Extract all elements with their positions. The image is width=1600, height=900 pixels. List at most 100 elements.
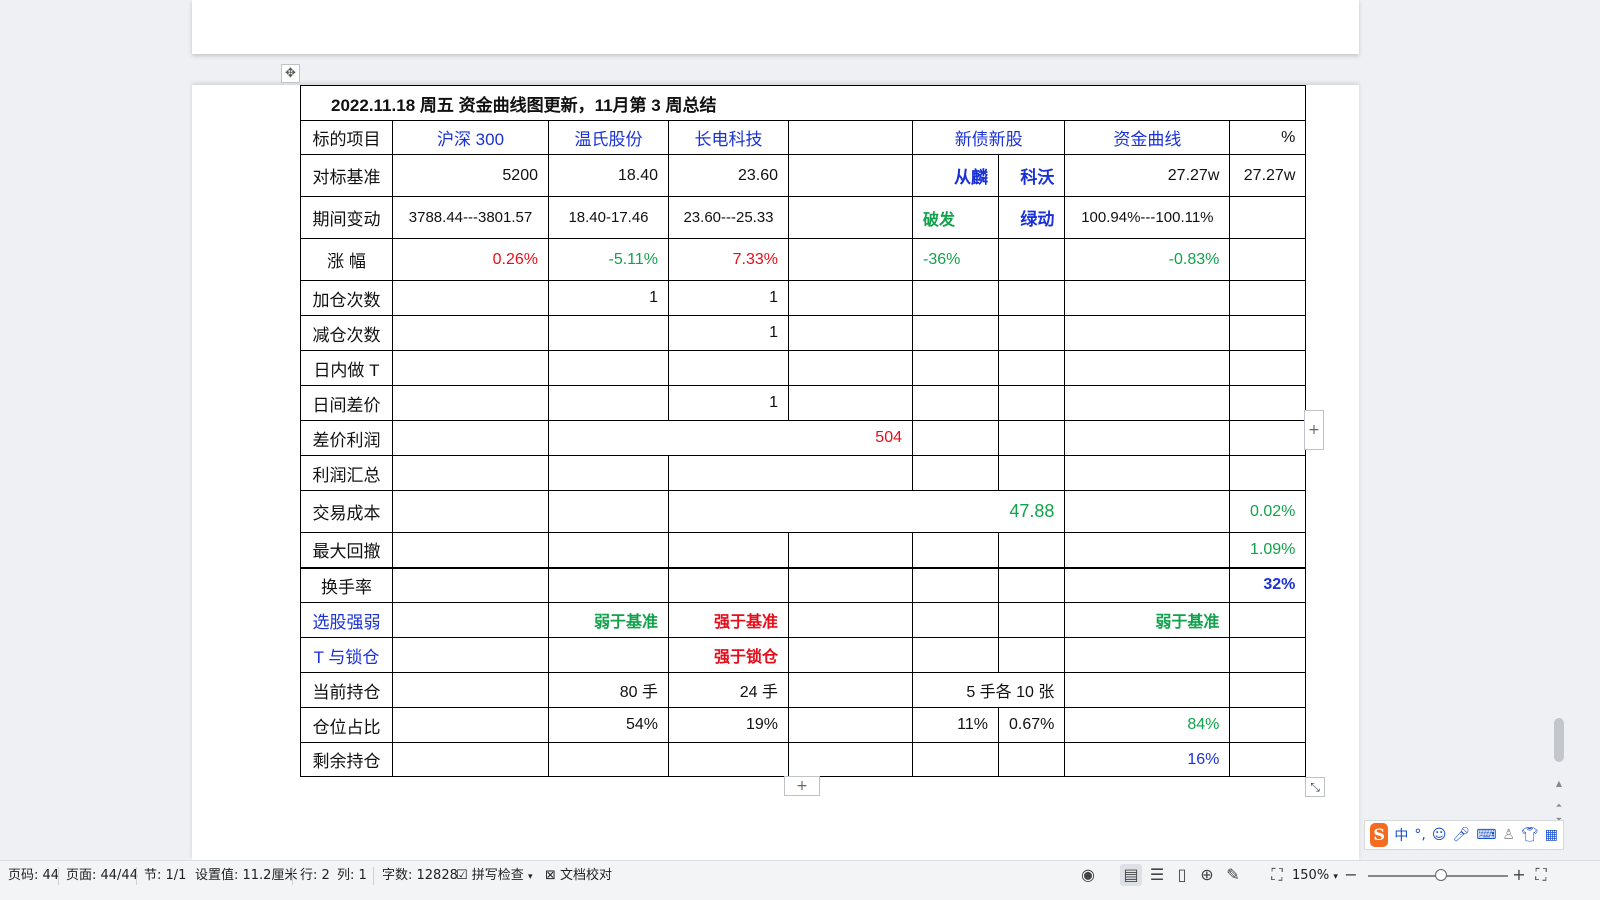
cell[interactable] (392, 707, 549, 743)
cell[interactable]: 绿动 (997, 196, 1066, 239)
cell[interactable] (1064, 672, 1231, 708)
cell[interactable] (668, 532, 789, 568)
cell[interactable] (788, 637, 913, 673)
cell[interactable]: 11% (912, 707, 999, 743)
cell[interactable]: 对标基准 (300, 154, 393, 197)
cell[interactable] (912, 532, 999, 568)
cell[interactable] (1229, 707, 1307, 743)
user-icon[interactable]: ♙ (1502, 827, 1515, 843)
cell[interactable] (912, 280, 999, 316)
column-indicator[interactable]: 列: 1 (337, 865, 367, 887)
cell[interactable]: 差价利润 (300, 420, 393, 456)
cell[interactable] (997, 742, 1066, 777)
cell[interactable] (912, 455, 999, 491)
cell[interactable] (997, 566, 1066, 603)
cell[interactable] (668, 742, 789, 777)
cell[interactable] (912, 350, 999, 386)
cell[interactable] (1064, 566, 1231, 603)
section-indicator[interactable]: 节: 1/1 (144, 865, 186, 887)
scroll-prev-page-icon[interactable]: ⏶ (1553, 800, 1565, 812)
pen-icon[interactable]: ✎ (1222, 864, 1244, 886)
zoom-out-icon[interactable]: − (1340, 864, 1362, 886)
cell[interactable] (912, 742, 999, 777)
cell[interactable] (788, 602, 913, 638)
cell[interactable]: 减仓次数 (300, 315, 393, 351)
cell[interactable]: 0.67% (997, 707, 1066, 743)
cell[interactable]: -36% (912, 238, 999, 281)
cell[interactable]: 仓位占比 (300, 707, 393, 743)
cell[interactable]: 0.02% (1229, 490, 1307, 533)
cell[interactable]: 换手率 (300, 566, 393, 603)
cell[interactable] (392, 490, 549, 533)
table-move-icon[interactable]: ✥ (281, 64, 300, 83)
cell[interactable]: 强于基准 (668, 602, 789, 638)
page-count[interactable]: 页面: 44/44 (66, 865, 138, 887)
cell[interactable] (788, 385, 913, 421)
page-number[interactable]: 页码: 44 (8, 865, 59, 887)
cell[interactable]: 80 手 (548, 672, 669, 708)
cell[interactable]: 期间变动 (300, 196, 393, 239)
zoom-slider-knob[interactable] (1435, 869, 1447, 881)
ime-toolbar[interactable]: S 中 °, ☺ 🎤︎ ⌨ ♙ 👕︎ ▦ (1364, 820, 1564, 850)
cell[interactable] (1229, 455, 1307, 491)
cell[interactable] (392, 602, 549, 638)
cell[interactable] (788, 350, 913, 386)
cell[interactable]: 选股强弱 (300, 602, 393, 638)
reading-view-icon[interactable]: ▯ (1171, 864, 1193, 886)
cell[interactable] (788, 120, 913, 155)
cell[interactable] (392, 742, 549, 777)
skin-icon[interactable]: 👕︎ (1521, 827, 1539, 843)
cell[interactable] (788, 154, 913, 197)
cell[interactable] (1229, 420, 1307, 456)
cell[interactable] (392, 385, 549, 421)
toolbox-icon[interactable]: ▦ (1545, 827, 1558, 843)
cell[interactable] (912, 637, 999, 673)
cell[interactable] (1229, 637, 1307, 673)
scrollbar-thumb[interactable] (1554, 718, 1564, 762)
cell[interactable]: 23.60---25.33 (668, 196, 789, 239)
cell[interactable]: 利润汇总 (300, 455, 393, 491)
cell[interactable]: 交易成本 (300, 490, 393, 533)
cell[interactable] (788, 566, 913, 603)
cell[interactable] (1064, 385, 1231, 421)
cell[interactable]: % (1229, 120, 1307, 155)
cell[interactable]: 弱于基准 (548, 602, 669, 638)
cell[interactable] (912, 420, 999, 456)
cell[interactable] (1229, 280, 1307, 316)
outline-view-icon[interactable]: ☰ (1146, 864, 1168, 886)
cell[interactable]: 最大回撤 (300, 532, 393, 568)
cell[interactable]: 32% (1229, 566, 1307, 603)
cell[interactable] (1229, 602, 1307, 638)
cell[interactable] (912, 602, 999, 638)
cell[interactable] (668, 566, 789, 603)
cell[interactable] (548, 490, 669, 533)
cell[interactable]: 剩余持仓 (300, 742, 393, 777)
cell[interactable]: 日内做 T (300, 350, 393, 386)
cell[interactable] (788, 707, 913, 743)
table-resize-icon[interactable]: ⤡ (1305, 777, 1325, 797)
cell[interactable]: 0.26% (392, 238, 549, 281)
cell[interactable]: -5.11% (548, 238, 669, 281)
cell[interactable]: 新债新股 (911, 120, 1066, 155)
cell[interactable] (1229, 672, 1307, 708)
cell[interactable] (1064, 637, 1231, 673)
cell[interactable] (997, 637, 1066, 673)
cell[interactable] (392, 280, 549, 316)
cell[interactable] (1064, 532, 1231, 568)
cell[interactable] (1064, 490, 1231, 533)
zoom-in-icon[interactable]: + (1508, 864, 1530, 886)
cell[interactable]: 涨 幅 (300, 238, 393, 281)
cell[interactable] (1229, 315, 1307, 351)
cell[interactable] (997, 455, 1066, 491)
setting-value[interactable]: 设置值: 11.2厘米 (195, 865, 297, 887)
cell[interactable] (997, 420, 1066, 456)
cell[interactable]: 54% (548, 707, 669, 743)
cell[interactable] (392, 420, 549, 456)
cell[interactable]: 弱于基准 (1064, 602, 1231, 638)
cell[interactable] (1229, 350, 1307, 386)
cell[interactable]: 资金曲线 (1064, 120, 1231, 155)
add-column-button[interactable]: + (1304, 410, 1324, 450)
cell[interactable]: 19% (668, 707, 789, 743)
cell[interactable] (1229, 196, 1307, 239)
eye-protection-icon[interactable]: ◉ (1077, 864, 1099, 886)
